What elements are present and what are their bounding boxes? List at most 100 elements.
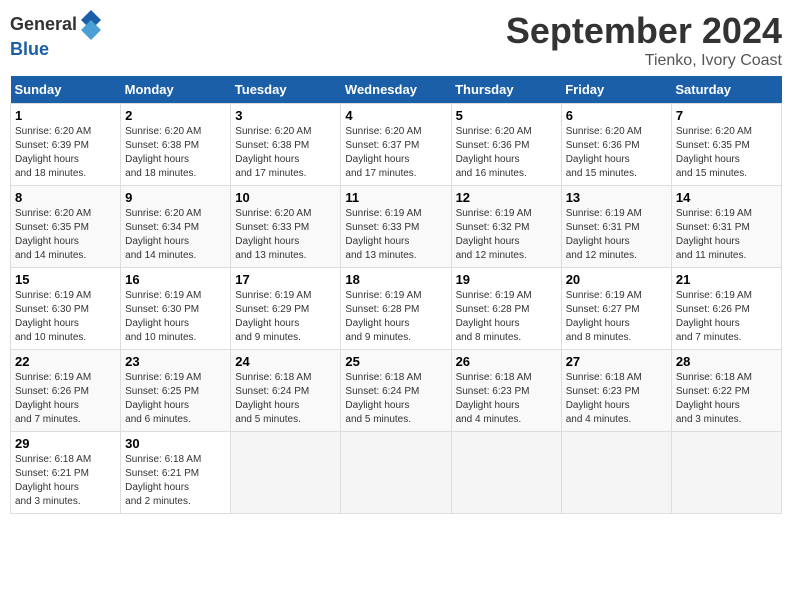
- day-info: Sunrise: 6:19 AM Sunset: 6:30 PM Dayligh…: [15, 289, 116, 345]
- table-row: 21 Sunrise: 6:19 AM Sunset: 6:26 PM Dayl…: [671, 268, 781, 350]
- calendar-header-row: Sunday Monday Tuesday Wednesday Thursday…: [11, 76, 782, 104]
- table-row: 7 Sunrise: 6:20 AM Sunset: 6:35 PM Dayli…: [671, 104, 781, 186]
- day-number: 20: [566, 272, 667, 287]
- table-row: 28 Sunrise: 6:18 AM Sunset: 6:22 PM Dayl…: [671, 350, 781, 432]
- calendar-week-2: 8 Sunrise: 6:20 AM Sunset: 6:35 PM Dayli…: [11, 186, 782, 268]
- day-info: Sunrise: 6:19 AM Sunset: 6:29 PM Dayligh…: [235, 289, 336, 345]
- table-row: 26 Sunrise: 6:18 AM Sunset: 6:23 PM Dayl…: [451, 350, 561, 432]
- table-row: 10 Sunrise: 6:20 AM Sunset: 6:33 PM Dayl…: [231, 186, 341, 268]
- day-number: 3: [235, 108, 336, 123]
- day-info: Sunrise: 6:20 AM Sunset: 6:35 PM Dayligh…: [15, 207, 116, 263]
- day-info: Sunrise: 6:20 AM Sunset: 6:37 PM Dayligh…: [345, 125, 446, 181]
- table-row: 22 Sunrise: 6:19 AM Sunset: 6:26 PM Dayl…: [11, 350, 121, 432]
- table-row: 3 Sunrise: 6:20 AM Sunset: 6:38 PM Dayli…: [231, 104, 341, 186]
- table-row: [561, 432, 671, 514]
- day-info: Sunrise: 6:19 AM Sunset: 6:27 PM Dayligh…: [566, 289, 667, 345]
- day-info: Sunrise: 6:19 AM Sunset: 6:26 PM Dayligh…: [15, 371, 116, 427]
- table-row: 27 Sunrise: 6:18 AM Sunset: 6:23 PM Dayl…: [561, 350, 671, 432]
- day-info: Sunrise: 6:18 AM Sunset: 6:22 PM Dayligh…: [676, 371, 777, 427]
- day-number: 19: [456, 272, 557, 287]
- table-row: 20 Sunrise: 6:19 AM Sunset: 6:27 PM Dayl…: [561, 268, 671, 350]
- logo-blue-text: Blue: [10, 40, 101, 60]
- table-row: 18 Sunrise: 6:19 AM Sunset: 6:28 PM Dayl…: [341, 268, 451, 350]
- calendar-table: Sunday Monday Tuesday Wednesday Thursday…: [10, 76, 782, 514]
- col-saturday: Saturday: [671, 76, 781, 104]
- calendar-week-5: 29 Sunrise: 6:18 AM Sunset: 6:21 PM Dayl…: [11, 432, 782, 514]
- day-info: Sunrise: 6:19 AM Sunset: 6:32 PM Dayligh…: [456, 207, 557, 263]
- day-info: Sunrise: 6:18 AM Sunset: 6:24 PM Dayligh…: [235, 371, 336, 427]
- day-info: Sunrise: 6:19 AM Sunset: 6:28 PM Dayligh…: [456, 289, 557, 345]
- day-number: 4: [345, 108, 446, 123]
- col-tuesday: Tuesday: [231, 76, 341, 104]
- calendar-week-4: 22 Sunrise: 6:19 AM Sunset: 6:26 PM Dayl…: [11, 350, 782, 432]
- day-info: Sunrise: 6:18 AM Sunset: 6:21 PM Dayligh…: [15, 453, 116, 509]
- calendar-week-1: 1 Sunrise: 6:20 AM Sunset: 6:39 PM Dayli…: [11, 104, 782, 186]
- day-number: 11: [345, 190, 446, 205]
- day-info: Sunrise: 6:20 AM Sunset: 6:38 PM Dayligh…: [235, 125, 336, 181]
- day-info: Sunrise: 6:20 AM Sunset: 6:38 PM Dayligh…: [125, 125, 226, 181]
- table-row: 9 Sunrise: 6:20 AM Sunset: 6:34 PM Dayli…: [121, 186, 231, 268]
- logo-general-text: General: [10, 15, 77, 35]
- day-number: 16: [125, 272, 226, 287]
- title-section: September 2024 Tienko, Ivory Coast: [506, 10, 782, 70]
- table-row: 13 Sunrise: 6:19 AM Sunset: 6:31 PM Dayl…: [561, 186, 671, 268]
- day-number: 22: [15, 354, 116, 369]
- day-info: Sunrise: 6:18 AM Sunset: 6:24 PM Dayligh…: [345, 371, 446, 427]
- day-info: Sunrise: 6:19 AM Sunset: 6:28 PM Dayligh…: [345, 289, 446, 345]
- table-row: 8 Sunrise: 6:20 AM Sunset: 6:35 PM Dayli…: [11, 186, 121, 268]
- table-row: 1 Sunrise: 6:20 AM Sunset: 6:39 PM Dayli…: [11, 104, 121, 186]
- day-info: Sunrise: 6:18 AM Sunset: 6:23 PM Dayligh…: [456, 371, 557, 427]
- day-number: 23: [125, 354, 226, 369]
- table-row: 16 Sunrise: 6:19 AM Sunset: 6:30 PM Dayl…: [121, 268, 231, 350]
- table-row: 23 Sunrise: 6:19 AM Sunset: 6:25 PM Dayl…: [121, 350, 231, 432]
- day-info: Sunrise: 6:19 AM Sunset: 6:31 PM Dayligh…: [676, 207, 777, 263]
- table-row: 25 Sunrise: 6:18 AM Sunset: 6:24 PM Dayl…: [341, 350, 451, 432]
- col-monday: Monday: [121, 76, 231, 104]
- table-row: 19 Sunrise: 6:19 AM Sunset: 6:28 PM Dayl…: [451, 268, 561, 350]
- day-number: 21: [676, 272, 777, 287]
- table-row: 15 Sunrise: 6:19 AM Sunset: 6:30 PM Dayl…: [11, 268, 121, 350]
- day-number: 14: [676, 190, 777, 205]
- month-title: September 2024: [506, 10, 782, 52]
- day-number: 26: [456, 354, 557, 369]
- table-row: 5 Sunrise: 6:20 AM Sunset: 6:36 PM Dayli…: [451, 104, 561, 186]
- calendar-week-3: 15 Sunrise: 6:19 AM Sunset: 6:30 PM Dayl…: [11, 268, 782, 350]
- day-info: Sunrise: 6:20 AM Sunset: 6:36 PM Dayligh…: [566, 125, 667, 181]
- logo-icon: [81, 10, 101, 40]
- col-sunday: Sunday: [11, 76, 121, 104]
- table-row: [671, 432, 781, 514]
- day-number: 30: [125, 436, 226, 451]
- table-row: 14 Sunrise: 6:19 AM Sunset: 6:31 PM Dayl…: [671, 186, 781, 268]
- table-row: 17 Sunrise: 6:19 AM Sunset: 6:29 PM Dayl…: [231, 268, 341, 350]
- table-row: 6 Sunrise: 6:20 AM Sunset: 6:36 PM Dayli…: [561, 104, 671, 186]
- table-row: 30 Sunrise: 6:18 AM Sunset: 6:21 PM Dayl…: [121, 432, 231, 514]
- table-row: [231, 432, 341, 514]
- day-number: 29: [15, 436, 116, 451]
- day-info: Sunrise: 6:18 AM Sunset: 6:23 PM Dayligh…: [566, 371, 667, 427]
- day-number: 24: [235, 354, 336, 369]
- table-row: 12 Sunrise: 6:19 AM Sunset: 6:32 PM Dayl…: [451, 186, 561, 268]
- day-number: 25: [345, 354, 446, 369]
- location-title: Tienko, Ivory Coast: [506, 52, 782, 70]
- day-info: Sunrise: 6:20 AM Sunset: 6:35 PM Dayligh…: [676, 125, 777, 181]
- day-number: 8: [15, 190, 116, 205]
- day-number: 18: [345, 272, 446, 287]
- day-info: Sunrise: 6:18 AM Sunset: 6:21 PM Dayligh…: [125, 453, 226, 509]
- table-row: 4 Sunrise: 6:20 AM Sunset: 6:37 PM Dayli…: [341, 104, 451, 186]
- col-wednesday: Wednesday: [341, 76, 451, 104]
- table-row: [451, 432, 561, 514]
- col-friday: Friday: [561, 76, 671, 104]
- day-info: Sunrise: 6:20 AM Sunset: 6:34 PM Dayligh…: [125, 207, 226, 263]
- day-number: 6: [566, 108, 667, 123]
- logo: General Blue: [10, 10, 101, 60]
- day-number: 9: [125, 190, 226, 205]
- day-number: 1: [15, 108, 116, 123]
- day-info: Sunrise: 6:20 AM Sunset: 6:39 PM Dayligh…: [15, 125, 116, 181]
- day-number: 10: [235, 190, 336, 205]
- col-thursday: Thursday: [451, 76, 561, 104]
- day-number: 27: [566, 354, 667, 369]
- table-row: 29 Sunrise: 6:18 AM Sunset: 6:21 PM Dayl…: [11, 432, 121, 514]
- day-number: 13: [566, 190, 667, 205]
- table-row: 24 Sunrise: 6:18 AM Sunset: 6:24 PM Dayl…: [231, 350, 341, 432]
- table-row: [341, 432, 451, 514]
